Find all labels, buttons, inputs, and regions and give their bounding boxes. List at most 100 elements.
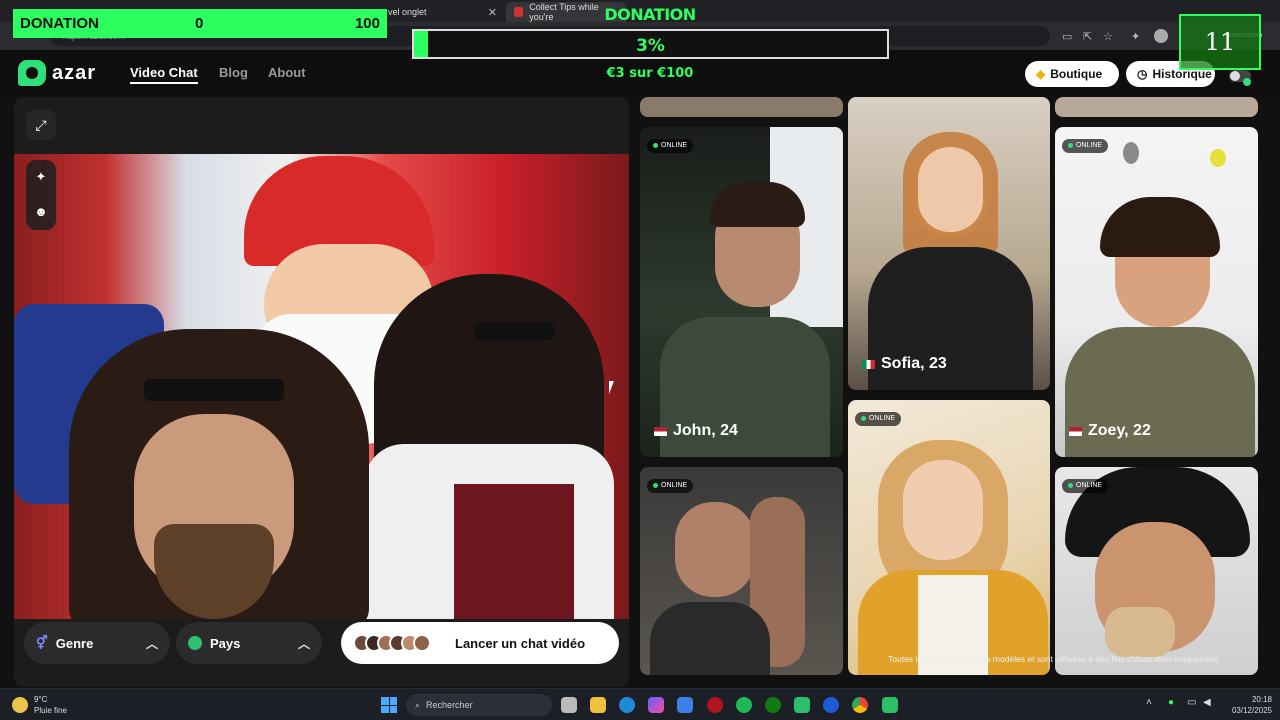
close-tab-icon[interactable]: ✕ — [488, 6, 497, 19]
gender-filter-button[interactable]: ⚥ Genre ︿ — [24, 622, 170, 664]
donation-goal: 100 — [354, 15, 380, 32]
ccleaner-icon[interactable] — [823, 697, 839, 713]
clock-date: 03/12/2025 — [1231, 706, 1272, 715]
search-icon: ⌕ — [415, 699, 421, 710]
profile-name: Zoey, 22 — [1069, 422, 1151, 440]
mouse-cursor-icon — [609, 381, 614, 394]
profile-card-tattoo-man[interactable]: ONLINE — [640, 467, 843, 675]
glasses-right — [474, 322, 554, 340]
extensions-icon[interactable]: ✦ — [1131, 30, 1140, 43]
profile-name: John, 24 — [654, 422, 738, 440]
launch-video-chat-button[interactable]: Lancer un chat vidéo — [341, 622, 619, 664]
viewer-counter-box: 11 — [1179, 14, 1261, 70]
donation-goal-title: DONATION — [604, 5, 696, 24]
task-view-icon[interactable] — [561, 697, 577, 713]
online-dot-icon — [653, 143, 658, 148]
avatar-stack — [353, 634, 431, 652]
silver-balloon — [1123, 142, 1139, 164]
chrome-icon[interactable] — [852, 697, 868, 713]
chevron-up-icon: ︿ — [297, 636, 310, 651]
zoey-hair — [1100, 197, 1220, 257]
file-explorer-icon[interactable] — [590, 697, 606, 713]
shop-button[interactable]: ◆ Boutique — [1025, 61, 1119, 87]
profile-name-label: John, 24 — [673, 422, 738, 439]
profile-card-partial[interactable] — [640, 97, 843, 117]
profile-card-hat-man[interactable]: ONLINE — [1055, 467, 1258, 675]
italy-flag-icon — [862, 359, 875, 369]
online-badge: ONLINE — [647, 139, 694, 153]
temperature: 9°C — [34, 695, 48, 704]
sparkle-filter-icon[interactable]: ✦ — [33, 169, 49, 185]
online-dot-icon — [653, 483, 658, 488]
profile-avatar-icon[interactable] — [1154, 29, 1168, 43]
online-badge: ONLINE — [855, 412, 902, 426]
sofia-face-front — [918, 147, 983, 232]
launch-label: Lancer un chat vidéo — [455, 635, 586, 651]
nav-blog[interactable]: Blog — [219, 65, 248, 80]
profile-card-sofia[interactable]: Sofia, 23 — [848, 97, 1050, 390]
azar-logo[interactable]: azar — [18, 60, 96, 86]
opera-gx-icon[interactable] — [707, 697, 723, 713]
face-sticker-icon[interactable]: ☻ — [33, 204, 49, 220]
woman-face — [903, 460, 983, 560]
network-icon[interactable]: ▭ — [1187, 697, 1196, 708]
taskbar-search[interactable]: ⌕ Rechercher — [406, 694, 552, 716]
chevron-up-icon[interactable]: ˄ — [1146, 697, 1152, 708]
windows-start-icon[interactable] — [381, 697, 397, 713]
donation-label: DONATION — [20, 15, 99, 32]
image-disclaimer: Toutes les images sont des modèles et so… — [888, 654, 1221, 664]
profile-name-label: Zoey, 22 — [1088, 422, 1151, 439]
screen: vel onglet ✕ Collect Tips while you're h… — [0, 0, 1280, 720]
shop-label: Boutique — [1050, 67, 1103, 81]
country-filter-button[interactable]: Pays ︿ — [176, 622, 322, 664]
microphone-icon[interactable]: ● — [1168, 697, 1174, 708]
open-app-icon[interactable]: ⇱ — [1083, 30, 1092, 43]
online-badge: ONLINE — [1062, 139, 1109, 153]
profile-card-partial[interactable] — [1055, 97, 1258, 117]
online-badge: ONLINE — [647, 479, 694, 493]
browser-tab-new[interactable]: vel onglet ✕ — [380, 2, 505, 22]
man-shirt — [650, 602, 770, 675]
edge-icon[interactable] — [619, 697, 635, 713]
windows-taskbar: 9°C Pluie fine ⌕ Rechercher ˄ ● ▭ ◀ 20:1… — [0, 688, 1280, 720]
john-hair — [710, 182, 805, 227]
online-badge-label: ONLINE — [661, 482, 688, 489]
xbox-icon[interactable] — [765, 697, 781, 713]
store-icon[interactable] — [677, 697, 693, 713]
online-dot-icon — [1243, 78, 1251, 86]
cast-icon[interactable]: ▭ — [1062, 30, 1072, 43]
online-badge-label: ONLINE — [661, 142, 688, 149]
food-in-hand — [1105, 607, 1175, 657]
nav-about[interactable]: About — [268, 65, 306, 80]
active-app-icon[interactable] — [882, 697, 898, 713]
search-placeholder: Rechercher — [426, 700, 473, 710]
avatar — [413, 634, 431, 652]
online-dot-icon — [1068, 483, 1073, 488]
profile-card-blonde-woman[interactable]: ONLINE — [848, 400, 1050, 675]
progress-percent: 3% — [636, 36, 665, 56]
donation-current: 0 — [195, 15, 204, 32]
spotify-icon[interactable] — [736, 697, 752, 713]
site-favicon-icon — [514, 7, 524, 17]
app-icon[interactable] — [794, 697, 810, 713]
weather-text: 9°C Pluie fine — [34, 694, 67, 716]
profile-card-zoey[interactable]: ONLINE Zoey, 22 — [1055, 127, 1258, 457]
person-right-vest — [454, 484, 574, 619]
system-clock[interactable]: 20:18 03/12/2025 — [1224, 694, 1272, 716]
profile-card-john[interactable]: ONLINE John, 24 — [640, 127, 843, 457]
gender-label: Genre — [55, 635, 94, 651]
volume-icon[interactable]: ◀ — [1203, 697, 1211, 708]
copilot-icon[interactable] — [648, 697, 664, 713]
video-feed — [14, 154, 629, 619]
bookmark-star-icon[interactable]: ☆ — [1103, 30, 1113, 43]
clock-icon: ◷ — [1137, 67, 1148, 81]
man-face — [675, 502, 755, 597]
nav-video-chat[interactable]: Video Chat — [130, 65, 198, 84]
weather-widget[interactable]: 9°C Pluie fine — [12, 694, 67, 716]
azar-logo-icon — [18, 60, 46, 86]
yellow-balloon — [1210, 149, 1226, 167]
profile-name-label: Sofia, 23 — [881, 355, 947, 372]
expand-icon[interactable]: ⤢ — [26, 110, 56, 140]
weather-condition: Pluie fine — [34, 706, 67, 715]
online-badge-label: ONLINE — [1076, 142, 1103, 149]
